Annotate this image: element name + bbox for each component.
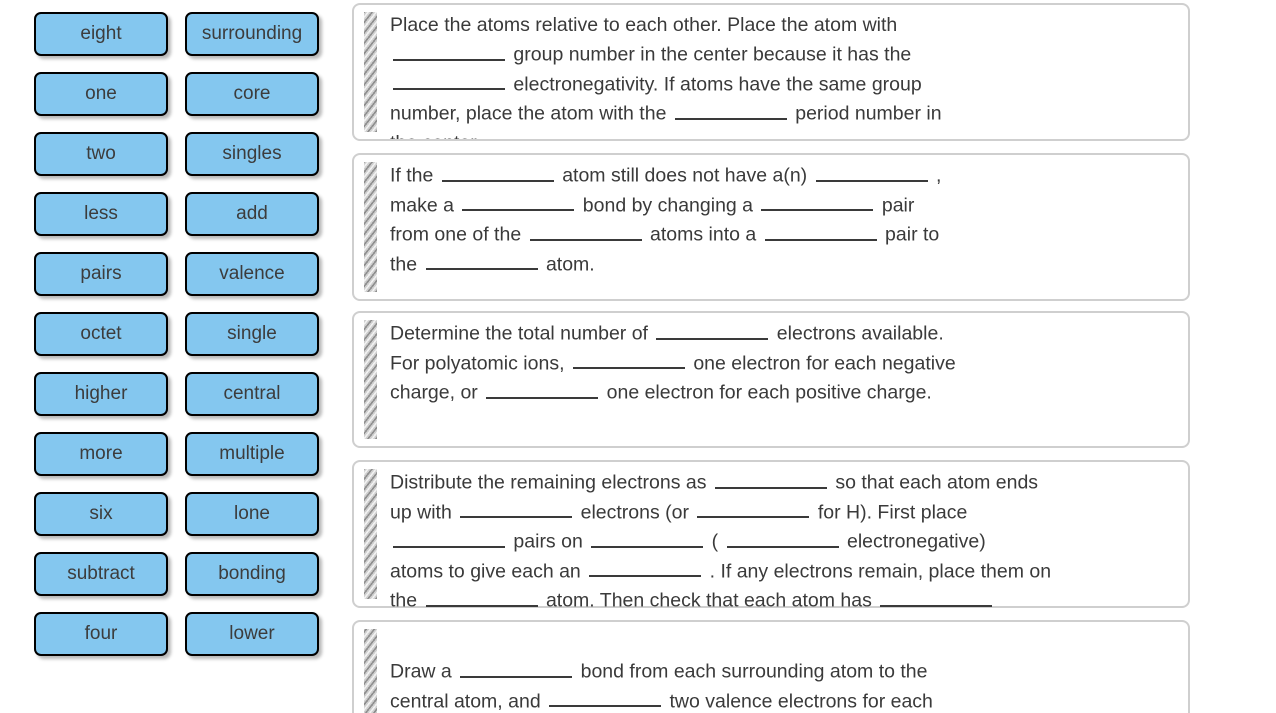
answer-blank[interactable] [460,657,573,678]
step-text-run: electrons (or [575,501,695,524]
answer-blank[interactable] [591,527,704,548]
word-chip[interactable]: one [34,72,168,116]
answer-blank[interactable] [486,378,599,399]
step-text-run: Place the atoms relative to each other. … [390,14,898,36]
step-text-run: Draw a [390,660,452,683]
step-text: Draw a bond from each surrounding atom t… [354,622,1188,713]
word-chip[interactable]: singles [185,132,319,176]
answer-blank[interactable] [393,70,505,91]
answer-blank[interactable] [697,498,810,519]
word-chip[interactable]: valence [185,252,319,296]
word-chip[interactable]: bonding [185,552,319,596]
word-chip[interactable]: octet [34,312,168,356]
word-chip[interactable]: surrounding [185,12,319,56]
step-card[interactable]: Draw a bond from each surrounding atom t… [352,620,1190,713]
word-chip[interactable]: add [185,192,319,236]
step-text-run: atom. Then check that each atom has [540,589,878,612]
step-text-run: ( [706,530,724,553]
word-chip[interactable]: less [34,192,168,236]
answer-blank[interactable] [815,161,928,182]
answer-blank[interactable] [393,527,505,548]
word-chip[interactable]: subtract [34,552,168,596]
word-chip[interactable]: central [185,372,319,416]
word-chip[interactable]: core [185,72,319,116]
answer-blank[interactable] [462,191,575,212]
word-chip[interactable]: four [34,612,168,656]
word-chip[interactable]: higher [34,372,168,416]
answer-blank[interactable] [726,527,839,548]
step-text-run: If the [390,164,439,187]
word-chip[interactable]: eight [34,12,168,56]
step-text: Determine the total number of electrons … [354,313,1188,414]
step-text-run: group number in the center because it ha… [513,43,912,66]
answer-blank[interactable] [572,349,685,370]
step-text-run: atoms into a [644,223,762,246]
step-text-run: atom still does not have a(n) [556,164,813,187]
drag-grip-icon[interactable] [364,162,377,292]
answer-blank[interactable] [761,191,874,212]
word-chip[interactable]: two [34,132,168,176]
activity-page: eight surrounding one core two singles less add… [0,0,1276,713]
answer-blank[interactable] [425,250,538,271]
step-text-run: one electron for each positive charge. [601,381,932,404]
step-card[interactable]: Place the atoms relative to each other. … [352,3,1190,141]
answer-blank[interactable] [714,468,827,489]
word-chip[interactable]: lower [185,612,319,656]
word-bank-panel: eight surrounding one core two singles less add… [0,0,340,713]
drag-grip-icon[interactable] [364,320,377,439]
answer-blank[interactable] [589,557,702,578]
answer-blank[interactable] [674,99,787,120]
step-text-run: Determine the total number of [390,322,654,345]
answer-blank[interactable] [764,220,877,241]
step-text-run: bond by changing a [577,194,759,217]
step-card[interactable]: Determine the total number of electrons … [352,311,1190,448]
step-text-run: two valence electrons for each [664,690,933,713]
word-chip[interactable]: pairs [34,252,168,296]
step-text-run: Distribute the remaining electrons as [390,471,712,494]
word-bank-grid: eight surrounding one core two singles less add… [34,12,340,656]
step-text-run: atom. [540,253,595,276]
step-text-run: for H). First place [817,501,968,524]
step-card[interactable]: If the atom still does not have a(n) , m… [352,153,1190,301]
step-text: Place the atoms relative to each other. … [354,5,1188,139]
word-chip[interactable]: more [34,432,168,476]
answer-blank[interactable] [393,40,505,61]
answer-blank[interactable] [441,161,554,182]
step-card[interactable]: Distribute the remaining electrons as so… [352,460,1190,641]
word-chip[interactable]: six [34,492,168,536]
answer-blank[interactable] [656,319,769,340]
answer-blank[interactable] [529,220,642,241]
word-chip[interactable]: multiple [185,432,319,476]
answer-blank[interactable] [880,586,993,607]
drag-grip-icon[interactable] [364,469,377,599]
answer-blank[interactable] [425,586,538,607]
drag-grip-icon[interactable] [364,629,377,713]
step-text-run: pairs on [508,530,589,553]
step-text: If the atom still does not have a(n) , m… [354,155,1188,285]
word-chip[interactable]: lone [185,492,319,536]
word-chip[interactable]: single [185,312,319,356]
answer-blank[interactable] [460,498,573,519]
answer-blank[interactable] [549,687,662,708]
drag-grip-icon[interactable] [364,12,377,132]
